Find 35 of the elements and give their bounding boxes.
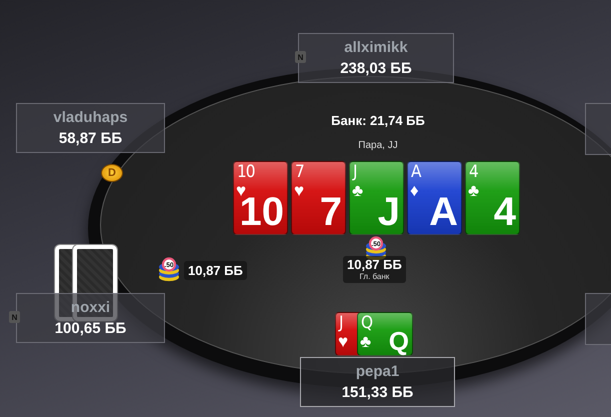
card-rank: J: [378, 192, 400, 232]
card-rank: 4: [494, 192, 516, 232]
player-panel[interactable]: vladuhaps 58,87 ББ: [16, 103, 165, 153]
card-rank: A: [411, 163, 420, 181]
card-rank: 10: [237, 163, 254, 181]
chip-stack-icon: [159, 257, 179, 282]
pot-label: Гл. банк: [360, 272, 390, 281]
player-name: vladuhaps: [53, 109, 128, 126]
card-suit: ♥: [338, 333, 348, 351]
card-rank: J: [353, 163, 357, 181]
chip-count: 100,65 ББ: [54, 320, 126, 337]
card-rank: A: [429, 192, 458, 232]
card-rank: 7: [320, 192, 342, 232]
player-name: pepa1: [356, 363, 400, 380]
chip-count: 58,87 ББ: [58, 130, 122, 147]
card-suit: ♣: [352, 182, 364, 200]
player-name: noxxi: [70, 299, 110, 316]
card-rank: Q: [388, 328, 409, 354]
card-rank: 7: [295, 163, 304, 181]
chip-count: 151,33 ББ: [342, 384, 414, 401]
player-panel[interactable]: pepa1 151,33 ББ: [300, 357, 455, 407]
player-panel[interactable]: noxxi 100,65 ББ: [16, 293, 165, 343]
chip-count: 238,03 ББ: [340, 60, 412, 77]
card-suit: ♥: [294, 182, 304, 200]
pot-amount: 10,87 ББ: [347, 257, 402, 272]
card-rank: 4: [469, 163, 478, 181]
pot-total: Банк: 21,74 ББ: [330, 113, 426, 128]
hand-description: Пара, JJ: [357, 140, 399, 151]
player-name: allximikk: [344, 39, 408, 56]
card-rank: J: [339, 314, 343, 332]
card-suit: ♦: [410, 182, 419, 200]
card-suit: ♣: [360, 333, 372, 351]
card-rank: Q: [361, 314, 372, 332]
bet-amount: 10,87 ББ: [184, 261, 247, 280]
card-suit: ♣: [468, 182, 480, 200]
